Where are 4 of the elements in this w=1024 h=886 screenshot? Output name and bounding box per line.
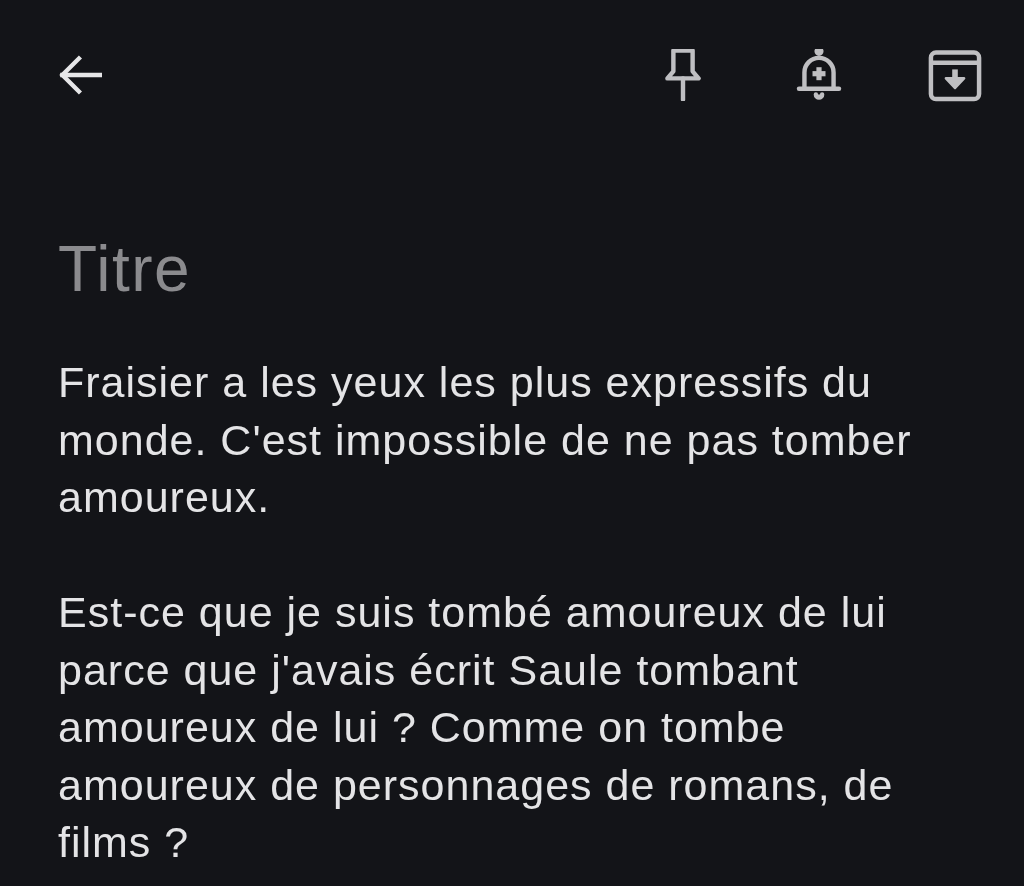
note-body-field[interactable]: Fraisier a les yeux les plus expressifs du monde. C'est impossible de ne pas tomber amoureux. Est-ce que je suis tombé amoureux de lui parce que j'avais écrit Saule tombant amoureux de lui ? Comme on tombe amoureux de personnages de romans, de films ? <box>58 354 963 872</box>
archive-button[interactable] <box>927 47 983 103</box>
title-field[interactable]: Titre <box>58 231 984 307</box>
archive-box-icon <box>927 47 983 103</box>
